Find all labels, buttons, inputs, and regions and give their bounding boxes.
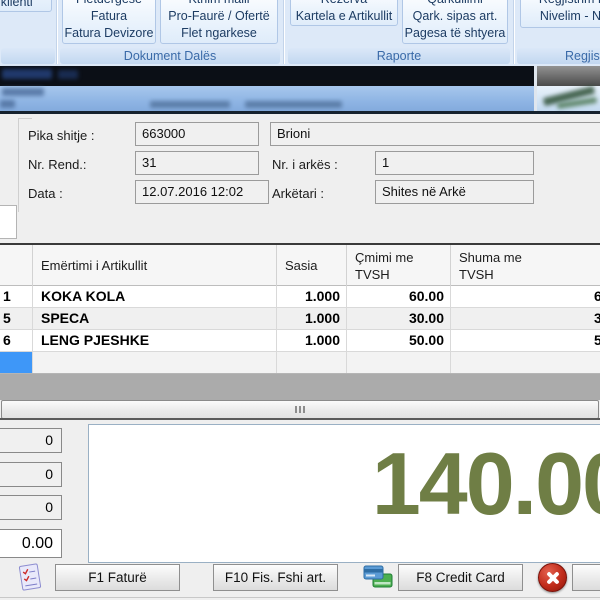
splitter-shadow	[0, 418, 600, 420]
grand-total-display: 140.00	[88, 424, 600, 563]
title-dark-band-right	[537, 66, 600, 86]
band-separator	[534, 66, 537, 111]
table-new-row[interactable]	[0, 352, 600, 374]
cell-id: 6	[0, 330, 33, 351]
ribbon-button-kthim-malli[interactable]: Kthim malli Pro-Faurë / Ofertë Flet ngar…	[160, 0, 278, 44]
cell-id: 5	[0, 308, 33, 329]
empty-cell	[277, 352, 347, 373]
nr-arkes-field[interactable]: 1	[375, 151, 534, 175]
pika-shitje-name-field[interactable]: Brioni	[270, 122, 600, 146]
title-dark-band	[0, 66, 600, 86]
f10-fshi-art-button[interactable]: F10 Fis. Fshi art.	[213, 564, 338, 591]
total-field-3[interactable]: 0	[0, 495, 62, 520]
cell-name: SPECA	[33, 308, 277, 329]
blurred-brand-text	[2, 69, 52, 79]
table-header: Emërtimi i Artikullit Sasia Çmimi me TVS…	[0, 245, 600, 286]
cell-id: 1	[0, 286, 33, 307]
blurred-info-text	[150, 101, 230, 108]
cell-price: 50.00	[347, 330, 451, 351]
cell-total: 30.00	[451, 308, 600, 329]
table-row[interactable]: 1 KOKA KOLA 1.000 60.00 60.00	[0, 286, 600, 308]
cell-price: 30.00	[347, 308, 451, 329]
credit-card-icon[interactable]	[362, 562, 394, 592]
pika-shitje-code-field[interactable]: 663000	[135, 122, 259, 146]
horizontal-splitter[interactable]	[1, 400, 599, 419]
blurred-info-text	[0, 100, 15, 108]
ribbon-button-kartela-artikullit[interactable]: Rezerva Kartela e Artikullit	[290, 0, 398, 26]
f1-fature-button[interactable]: F1 Faturë	[55, 564, 180, 591]
empty-cell	[347, 352, 451, 373]
ribbon-group-separator	[56, 0, 58, 64]
ribbon-group-separator	[283, 0, 285, 64]
ribbon-group-caption-raporte: Raporte	[288, 48, 510, 64]
groupbox-border	[18, 118, 32, 119]
pos-window: ga klienti Fletdërgesë Fatura Fatura Dev…	[0, 0, 600, 600]
ribbon-group-separator	[513, 0, 515, 64]
nr-rend-label: Nr. Rend.:	[28, 157, 87, 172]
cell-total: 50.00	[451, 330, 600, 351]
data-label: Data :	[28, 186, 63, 201]
blurred-info-text	[245, 101, 342, 108]
empty-cell	[451, 352, 600, 373]
arketari-label: Arkëtari :	[272, 186, 324, 201]
table-row[interactable]: 5 SPECA 1.000 30.00 30.00	[0, 308, 600, 330]
cell-total: 60.00	[451, 286, 600, 307]
header-divider	[0, 111, 600, 114]
cell-name: KOKA KOLA	[33, 286, 277, 307]
footer-divider	[0, 597, 600, 598]
empty-cell	[33, 352, 277, 373]
f8-credit-card-button[interactable]: F8 Credit Card	[398, 564, 523, 591]
header-emertimi[interactable]: Emërtimi i Artikullit	[33, 245, 277, 286]
close-icon[interactable]	[538, 563, 567, 592]
spacer-band	[0, 374, 600, 400]
cell-qty: 1.000	[277, 308, 347, 329]
total-field-2[interactable]: 0	[0, 462, 62, 487]
selected-cell[interactable]	[0, 352, 33, 373]
nr-arkes-label: Nr. i arkës :	[272, 157, 338, 172]
cell-price: 60.00	[347, 286, 451, 307]
total-field-1[interactable]: 0	[0, 428, 62, 453]
splitter-grip	[303, 406, 305, 413]
total-field-4[interactable]: 0.00	[0, 529, 62, 558]
ribbon-button-pagesa-nga-klienti[interactable]: ga klienti	[0, 0, 52, 12]
header-row-selector	[0, 245, 33, 286]
cell-name: LENG PJESHKE	[33, 330, 277, 351]
cut-off-panel	[0, 205, 17, 239]
table-row[interactable]: 6 LENG PJESHKE 1.000 50.00 50.00	[0, 330, 600, 352]
blurred-brand-text	[58, 70, 78, 79]
ribbon-button-fatura[interactable]: Fletdërgesë Fatura Fatura Devizore	[62, 0, 156, 44]
ribbon-group-caption-left	[1, 48, 55, 64]
ribbon-button-qarkullimi[interactable]: Qarkullimi Qark. sipas art. Pagesa të sh…	[402, 0, 508, 44]
cell-qty: 1.000	[277, 330, 347, 351]
splitter-grip	[299, 406, 301, 413]
data-field[interactable]: 12.07.2016 12:02	[135, 180, 269, 204]
invoice-doc-icon[interactable]	[16, 562, 44, 592]
ribbon-button-nivelim[interactable]: Regjistrim Ko Nivelim - Ndr	[520, 0, 600, 28]
splitter-grip	[295, 406, 297, 413]
nr-rend-field[interactable]: 31	[135, 151, 259, 175]
ribbon-group-caption-regjistrime: Regjistr	[517, 48, 600, 64]
grand-total-value: 140.00	[372, 433, 600, 534]
cut-off-button[interactable]	[572, 564, 600, 591]
header-shuma[interactable]: Shuma me TVSH	[451, 245, 600, 286]
cell-qty: 1.000	[277, 286, 347, 307]
header-cmimi[interactable]: Çmimi me TVSH	[347, 245, 451, 286]
header-sasia[interactable]: Sasia	[277, 245, 347, 286]
ribbon-group-caption-dokument-dales: Dokument Dalës	[60, 48, 280, 64]
arketari-field[interactable]: Shites në Arkë	[375, 180, 534, 204]
pika-shitje-label: Pika shitje :	[28, 128, 94, 143]
groupbox-border	[18, 118, 19, 212]
blurred-info-text	[2, 88, 44, 96]
